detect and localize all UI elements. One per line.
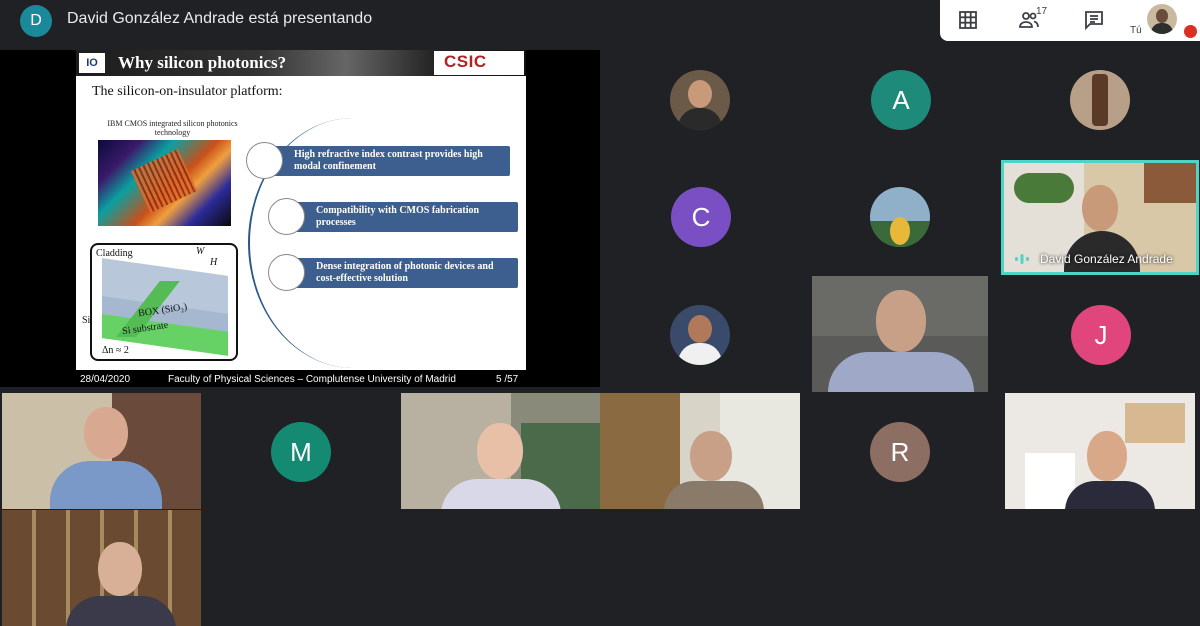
guitar-neck-icon: [1092, 74, 1108, 126]
delta-n-label: Δn ≈ 2: [102, 345, 129, 356]
people-count: 17: [1036, 6, 1048, 17]
bullet-1: High refractive index contrast provides …: [246, 142, 510, 179]
participant-head: [1087, 431, 1127, 481]
participant-video-tile-4[interactable]: [600, 393, 800, 509]
presentation-slide: IO Why silicon photonics? CSIC The silic…: [0, 50, 600, 387]
participant-avatar-j[interactable]: J: [1071, 305, 1131, 365]
avatar-person: [890, 217, 910, 245]
csic-logo-text: CSIC: [444, 52, 487, 71]
avatar-face: [688, 315, 712, 343]
bullet-circle: [268, 254, 305, 291]
self-avatar-head: [1156, 9, 1168, 23]
csic-logo: CSIC: [434, 51, 524, 75]
participant-video-tile-3[interactable]: [401, 393, 600, 509]
bullet-2-text: Compatibility with CMOS fabrication proc…: [316, 205, 480, 228]
footer-date: 28/04/2020: [80, 374, 131, 385]
meeting-controls: 17 Tú: [940, 0, 1200, 41]
bullet-2: Compatibility with CMOS fabrication proc…: [268, 198, 518, 235]
slide-subtitle: The silicon-on-insulator platform:: [92, 84, 283, 99]
grid-view-icon: [959, 11, 977, 29]
active-speaker-name: David González Andrade: [1040, 252, 1173, 266]
participant-avatar-photo[interactable]: [670, 70, 730, 130]
bullet-3-text: Dense integration of photonic devices an…: [316, 261, 494, 284]
participant-head: [477, 423, 523, 479]
si-label: Si: [82, 315, 91, 326]
chip-photo: [98, 140, 231, 226]
slide-header: IO Why silicon photonics? CSIC: [76, 50, 526, 76]
chat-button[interactable]: [1081, 8, 1107, 32]
chat-icon: [1085, 11, 1103, 30]
bullet-circle: [268, 198, 305, 235]
soi-diagram: Cladding W H BOX (SiO₂) Si substrate Si …: [82, 243, 238, 361]
participant-avatar-photo-2[interactable]: [670, 305, 730, 365]
slide-footer: 28/04/2020 Faculty of Physical Sciences …: [76, 371, 526, 387]
self-label: Tú: [1130, 25, 1142, 36]
participant-head: [84, 407, 128, 459]
grid-view-button[interactable]: [955, 8, 981, 32]
background-boxes: [1125, 403, 1185, 443]
participant-head: [690, 431, 732, 481]
participant-video-tile-2[interactable]: [2, 393, 201, 509]
participant-avatar-landscape[interactable]: [870, 187, 930, 247]
presenter-avatar: D: [20, 5, 52, 37]
bullet-3: Dense integration of photonic devices an…: [268, 254, 518, 291]
top-bar: D David González Andrade está presentand…: [0, 0, 1200, 42]
height-label: H: [210, 257, 218, 268]
participant-video-tile[interactable]: [812, 276, 988, 392]
background-bookshelf: [1144, 163, 1196, 203]
image-caption: IBM CMOS integrated silicon photonics te…: [107, 119, 238, 137]
cladding-label: Cladding: [96, 248, 133, 259]
chip-die: [130, 149, 198, 213]
slide-title: Why silicon photonics?: [118, 53, 287, 72]
avatar-shoulders: [678, 343, 722, 365]
participant-body: [1065, 481, 1155, 509]
participant-head: [876, 290, 926, 352]
bullet-circle: [246, 142, 283, 179]
participant-body: [664, 481, 764, 509]
avatar-face: [688, 80, 712, 108]
self-video-thumbnail[interactable]: [1147, 4, 1177, 34]
participant-body: [50, 461, 162, 509]
participant-body: [828, 352, 974, 392]
bullet-1-text: High refractive index contrast provides …: [294, 149, 483, 172]
participant-video-tile-5[interactable]: [1005, 393, 1195, 509]
participant-avatar-c[interactable]: C: [671, 187, 731, 247]
width-label: W: [196, 246, 205, 257]
mic-off-icon: [1184, 25, 1197, 38]
background-bookshelf: [600, 393, 680, 509]
participant-avatar-r[interactable]: R: [870, 422, 930, 482]
participant-avatar-m[interactable]: M: [271, 422, 331, 482]
io-logo: IO: [79, 53, 105, 73]
speaker-head: [1082, 185, 1118, 231]
avatar-shoulders: [678, 108, 722, 130]
footer-institution: Faculty of Physical Sciences – Compluten…: [168, 374, 456, 385]
participant-video-tile-6[interactable]: [2, 510, 201, 626]
active-speaker-tile[interactable]: David González Andrade: [1001, 160, 1199, 275]
participant-avatar-guitar[interactable]: [1070, 70, 1130, 130]
participant-head: [98, 542, 142, 596]
footer-page-number: 5 /57: [496, 374, 519, 385]
background-plant: [1014, 173, 1074, 203]
self-avatar-body: [1151, 23, 1173, 34]
participant-body: [66, 596, 176, 626]
slide-content: IO Why silicon photonics? CSIC The silic…: [76, 50, 526, 370]
participant-body: [441, 479, 561, 509]
presenter-banner: David González Andrade está presentando: [67, 10, 373, 27]
participant-avatar-a[interactable]: A: [871, 70, 931, 130]
speaking-indicator-icon: [1015, 254, 1029, 264]
